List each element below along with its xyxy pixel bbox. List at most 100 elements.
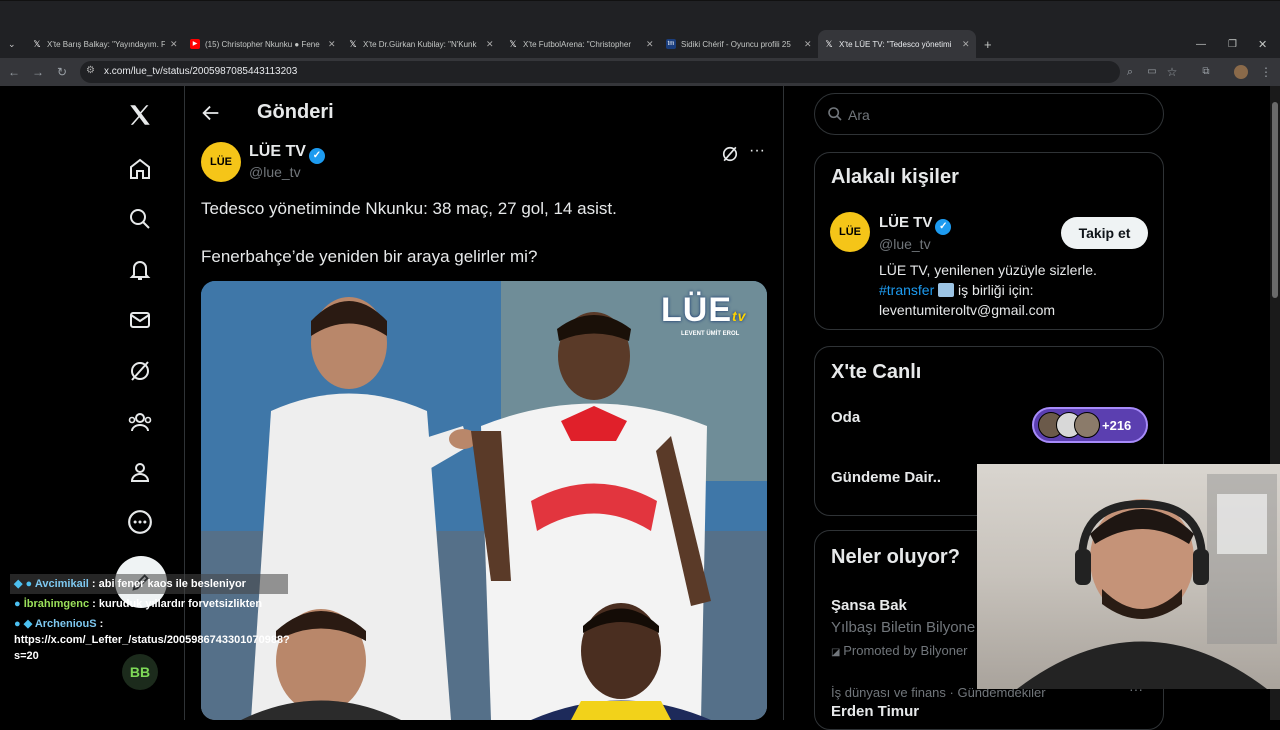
- chat-link-text: https://x.com/_Lefter_/status/2005986743…: [14, 634, 290, 662]
- grok-icon[interactable]: [124, 355, 156, 387]
- site-info-icon[interactable]: ⚙: [86, 65, 95, 76]
- new-tab-button[interactable]: +: [978, 30, 998, 58]
- author-avatar[interactable]: LÜE: [201, 142, 241, 182]
- related-name[interactable]: LÜE TV ✓: [879, 214, 952, 235]
- browser-tab[interactable]: 𝕏 X'te Barış Balkay: "Yayındayım. F ✕: [26, 30, 184, 58]
- x-icon: 𝕏: [349, 39, 357, 49]
- close-tab-icon[interactable]: ✕: [804, 39, 812, 50]
- watermark-logo-text: LÜE: [661, 291, 732, 329]
- related-handle[interactable]: @lue_tv: [879, 236, 931, 252]
- chat-username: ArcheniouS: [34, 618, 97, 630]
- grok-icon[interactable]: [720, 144, 742, 166]
- tab-title: Sidiki Chérif - Oyuncu profili 25: [681, 39, 791, 49]
- trend-title[interactable]: Şansa Bak: [831, 597, 907, 614]
- browser-titlebar: [0, 0, 1280, 30]
- zoom-icon[interactable]: ⌕: [1122, 64, 1138, 80]
- follow-button-label: Takip et: [1078, 225, 1131, 241]
- chat-username: Avcimikail: [34, 578, 89, 590]
- bio-text: iş birliği için:: [954, 282, 1034, 298]
- author-handle[interactable]: @lue_tv: [249, 164, 301, 180]
- x-icon: 𝕏: [825, 39, 833, 49]
- related-avatar[interactable]: LÜE: [830, 212, 870, 252]
- menu-kebab-icon[interactable]: ⋮: [1258, 64, 1274, 80]
- room-label[interactable]: Oda: [831, 409, 860, 426]
- tab-title: X'te Dr.Gürkan Kubilay: "N'Kunk: [363, 39, 477, 49]
- extensions-icon[interactable]: ⧉: [1198, 64, 1214, 80]
- profile-avatar[interactable]: [1234, 65, 1248, 79]
- maximize-button[interactable]: ❐: [1222, 30, 1243, 58]
- notifications-bell-icon[interactable]: [124, 254, 156, 286]
- close-window-button[interactable]: ✕: [1252, 30, 1273, 58]
- tab-search-button[interactable]: ⌄: [2, 30, 24, 58]
- related-name-text: LÜE TV: [879, 214, 933, 231]
- tweet-text-line: Tedesco yönetiminde Nkunku: 38 maç, 27 g…: [201, 199, 617, 218]
- avatar-logo-text: LÜE: [210, 156, 232, 168]
- x-icon: 𝕏: [509, 39, 517, 49]
- chat-badge-icon: ● ◆: [14, 618, 35, 630]
- chat-message: ● ◆ ArcheniouS : https://x.com/_Lefter_/s…: [10, 614, 300, 666]
- communities-icon[interactable]: [124, 406, 156, 438]
- url-text: x.com/lue_tv/status/2005987085443113203: [104, 66, 298, 77]
- browser-tab[interactable]: ▶ (15) Christopher Nkunku ● Fene ✕: [184, 30, 342, 58]
- more-options-icon[interactable]: ···: [749, 142, 765, 160]
- watermark-logo-sub: tv: [732, 308, 747, 324]
- card-title: X'te Canlı: [831, 361, 922, 383]
- chat-badge-icon: ●: [14, 598, 24, 610]
- x-icon: 𝕏: [33, 39, 41, 49]
- listeners-pill[interactable]: +216: [1032, 407, 1148, 443]
- tab-title: (15) Christopher Nkunku ● Fene: [205, 39, 320, 49]
- close-tab-icon[interactable]: ✕: [486, 39, 494, 50]
- chat-text: : abi fener kaos ile besleniyor: [88, 578, 246, 590]
- close-tab-icon[interactable]: ✕: [646, 39, 654, 50]
- forward-icon[interactable]: →: [30, 64, 46, 80]
- reload-icon[interactable]: ↻: [54, 64, 70, 80]
- close-tab-icon[interactable]: ✕: [170, 39, 178, 50]
- browser-toolbar: ← → ↻ ⚙ x.com/lue_tv/status/200598708544…: [0, 58, 1280, 86]
- follow-button[interactable]: Takip et: [1061, 217, 1148, 249]
- trend-title[interactable]: Erden Timur: [831, 703, 919, 720]
- cast-icon[interactable]: ▭: [1144, 64, 1160, 80]
- watermark-caption: LEVENT ÜMİT EROL: [681, 331, 740, 337]
- search-input[interactable]: Ara: [814, 93, 1164, 135]
- chat-badge-icon: ◆ ●: [14, 578, 35, 590]
- close-tab-icon[interactable]: ✕: [962, 39, 970, 50]
- streamer-webcam: [977, 464, 1280, 689]
- close-tab-icon[interactable]: ✕: [328, 39, 336, 50]
- browser-tab[interactable]: 𝕏 X'te FutbolArena: "Christopher ✕: [502, 30, 660, 58]
- listener-avatar: [1074, 412, 1100, 438]
- chat-message: ◆ ● Avcimikail : abi fener kaos ile besl…: [10, 574, 288, 594]
- browser-tab[interactable]: 𝕏 X'te Dr.Gürkan Kubilay: "N'Kunk ✕: [342, 30, 500, 58]
- search-icon[interactable]: [124, 203, 156, 235]
- related-people-card: Alakalı kişiler LÜE LÜE TV ✓ @lue_tv Taki…: [814, 152, 1164, 330]
- hashtag-link[interactable]: #transfer: [879, 282, 934, 298]
- verified-badge-icon: ✓: [308, 148, 325, 164]
- chat-message: ● İbrahimgenc : kuruduk yıllardır forvet…: [10, 594, 300, 614]
- browser-tab-active[interactable]: 𝕏 X'te LÜE TV: "Tedesco yönetimi ✕: [818, 30, 976, 58]
- live-topic[interactable]: Gündeme Dair..: [831, 469, 941, 486]
- minimize-button[interactable]: —: [1190, 30, 1212, 58]
- address-bar[interactable]: ⚙ x.com/lue_tv/status/200598708544311320…: [80, 61, 1120, 83]
- back-icon[interactable]: ←: [6, 64, 22, 80]
- page-title: Gönderi: [257, 101, 334, 123]
- back-arrow-icon[interactable]: [200, 102, 222, 124]
- author-name[interactable]: LÜE TV ✓: [249, 143, 325, 164]
- stream-chat-overlay: ◆ ● Avcimikail : abi fener kaos ile besl…: [10, 574, 300, 666]
- home-icon[interactable]: [124, 153, 156, 185]
- search-icon: [827, 106, 843, 127]
- more-circle-icon[interactable]: [124, 506, 156, 538]
- tweet-text-line: Fenerbahçe’de yeniden bir araya gelirler…: [201, 247, 538, 266]
- bio-line: leventumiteroltv@gmail.com: [879, 302, 1056, 318]
- x-logo-icon[interactable]: [124, 99, 156, 131]
- browser-tab[interactable]: tm Sidiki Chérif - Oyuncu profili 25 ✕: [660, 30, 818, 58]
- chat-text: : kuruduk yıllardır forvetsizlikten: [89, 598, 263, 610]
- bookmark-star-icon[interactable]: ☆: [1164, 64, 1180, 80]
- messages-envelope-icon[interactable]: [124, 304, 156, 336]
- listener-count: +216: [1102, 417, 1132, 433]
- tab-title: X'te Barış Balkay: "Yayındayım. F: [47, 39, 165, 49]
- scrollbar-thumb[interactable]: [1272, 102, 1278, 298]
- column-divider: [783, 86, 784, 720]
- chat-text: :: [96, 618, 104, 630]
- related-bio: LÜE TV, yenilenen yüzüyle sizlerle. #tra…: [879, 260, 1097, 320]
- watermark-logo: LÜEtv: [661, 291, 746, 330]
- profile-icon[interactable]: [124, 456, 156, 488]
